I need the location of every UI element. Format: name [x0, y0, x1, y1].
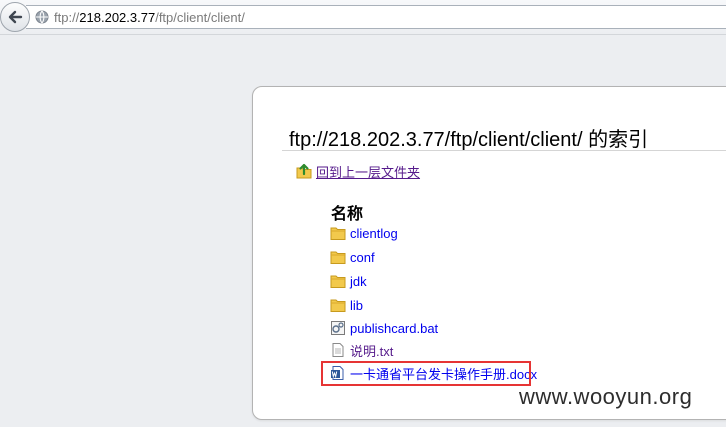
batch-file-icon: [331, 321, 345, 335]
highlight-annotation: [321, 361, 531, 386]
browser-toolbar: ftp://218.202.3.77/ftp/client/client/: [0, 0, 726, 35]
entry-name: conf: [350, 249, 375, 265]
globe-icon: [35, 10, 49, 29]
page-title: ftp://218.202.3.77/ftp/client/client/ 的索…: [289, 129, 649, 151]
folder-entry-jdk[interactable]: jdk: [330, 271, 367, 291]
folder-entry-conf[interactable]: conf: [330, 247, 375, 267]
entry-name: clientlog: [350, 225, 398, 241]
parent-directory-label: 回到上一层文件夹: [316, 164, 421, 180]
file-entry-publishcard-bat[interactable]: publishcard.bat: [330, 318, 438, 338]
name-column-header: 名称: [331, 206, 364, 223]
entry-name: publishcard.bat: [350, 320, 439, 336]
entry-name: 说明.txt: [350, 343, 394, 359]
folder-icon: [330, 275, 346, 288]
address-bar[interactable]: ftp://218.202.3.77/ftp/client/client/: [26, 5, 726, 29]
folder-icon: [330, 227, 346, 240]
folder-entry-lib[interactable]: lib: [330, 295, 363, 315]
url-path: /ftp/client/client/: [155, 10, 245, 25]
url-text[interactable]: ftp://218.202.3.77/ftp/client/client/: [54, 10, 245, 25]
back-arrow-icon: [8, 10, 23, 24]
text-file-icon: [332, 343, 344, 357]
folder-icon: [330, 251, 346, 264]
watermark: www.wooyun.org: [519, 384, 693, 409]
entry-name: lib: [350, 297, 364, 313]
file-entry-readme-txt[interactable]: 说明.txt: [330, 340, 393, 360]
title-divider: [282, 150, 726, 151]
folder-entry-clientlog[interactable]: clientlog: [330, 223, 398, 243]
url-scheme: ftp://: [54, 10, 80, 25]
folder-up-icon: [296, 163, 312, 179]
back-button[interactable]: [0, 2, 30, 32]
parent-directory-link[interactable]: 回到上一层文件夹: [296, 161, 420, 181]
url-host: 218.202.3.77: [79, 10, 156, 25]
entry-name: jdk: [350, 273, 367, 289]
folder-icon: [330, 299, 346, 312]
